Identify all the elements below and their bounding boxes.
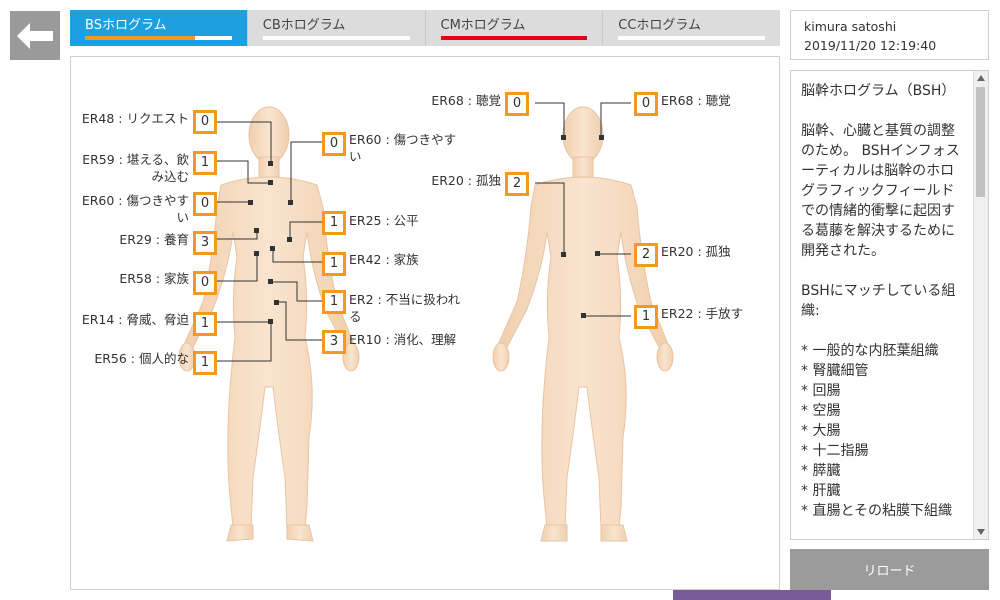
front-point-label: ER58 : 家族 [119,271,189,286]
hologram-tabs: BSホログラム CBホログラム CMホログラム CCホログラム [70,10,780,46]
tab-label: CCホログラム [618,18,702,33]
description-scrollbar[interactable] [973,71,988,539]
back-point-label: ER68 : 聴覚 [661,93,731,108]
front-point-label: ER48 : リクエスト [81,111,189,126]
list-item: * 肝臓 [801,483,841,499]
front-point-value[interactable]: 1 [193,351,217,375]
scroll-thumb[interactable] [976,87,985,197]
front-point-value[interactable]: 1 [193,312,217,336]
tissue-list-title: BSHにマッチしている組織: [801,283,956,319]
scroll-down-button[interactable] [974,525,988,539]
back-point-label: ER22 : 手放す [661,306,744,321]
list-item: * 空腸 [801,403,841,419]
front-point-label: ER42 : 家族 [349,252,419,267]
back-point-value[interactable]: 1 [634,305,658,329]
list-item: * 十二指腸 [801,443,869,459]
arrow-left-icon [17,22,53,49]
front-point-label: ER60 : 傷つきやすい [349,132,457,164]
back-point-value[interactable]: 0 [505,92,529,116]
tab-cc-hologram[interactable]: CCホログラム [603,10,780,46]
tab-progress-bar [440,36,588,40]
front-point-value[interactable]: 1 [322,252,346,276]
back-point-label: ER20 : 孤独 [431,173,501,188]
front-point-label: ER14 : 脅威、脅迫 [81,312,189,327]
tab-progress-bar [262,36,410,40]
tab-cb-hologram[interactable]: CBホログラム [248,10,426,46]
tab-bs-hologram[interactable]: BSホログラム [70,10,248,46]
user-info: kimura satoshi 2019/11/20 12:19:40 [790,10,989,60]
list-item: * 直腸とその粘膜下組織 [801,503,953,519]
front-point-label: ER60 : 傷つきやすい [81,193,189,225]
list-item: * 大腸 [801,423,841,439]
tab-cm-hologram[interactable]: CMホログラム [426,10,604,46]
tab-progress-bar [618,36,765,40]
description-title: 脳幹ホログラム（BSH） [801,83,956,99]
description-body: 脳幹、心臓と基質の調整のため。 BSHインフォスーティカルは脳幹のホログラフィッ… [801,123,960,259]
front-point-label: ER2 : 不当に扱われる [349,292,461,324]
front-point-value[interactable]: 0 [193,192,217,216]
front-point-value[interactable]: 3 [322,330,346,354]
reload-button[interactable]: リロード [790,549,989,590]
back-point-label: ER20 : 孤独 [661,244,731,259]
description-text: 脳幹ホログラム（BSH） 脳幹、心臓と基質の調整のため。 BSHインフォスーティ… [801,81,966,521]
tab-progress-bar [85,36,232,40]
user-name: kimura satoshi [804,19,897,34]
front-point-value[interactable]: 0 [322,132,346,156]
scroll-up-button[interactable] [974,71,988,85]
back-point-value[interactable]: 2 [505,172,529,196]
front-point-label: ER10 : 消化、理解 [349,332,457,347]
tab-label: BSホログラム [85,18,167,33]
front-point-value[interactable]: 3 [193,231,217,255]
list-item: * 一般的な内胚葉組織 [801,343,939,359]
back-point-value[interactable]: 0 [634,92,658,116]
front-point-value[interactable]: 0 [193,271,217,295]
bottom-accent-strip [673,590,831,600]
front-point-value[interactable]: 1 [193,151,217,175]
tab-label: CMホログラム [440,18,526,33]
front-point-label: ER56 : 個人的な [94,351,189,366]
back-button[interactable] [10,11,60,60]
front-point-label: ER29 : 養育 [119,232,189,247]
list-item: * 膵臓 [801,463,841,479]
back-point-value[interactable]: 2 [634,243,658,267]
triangle-down-icon [977,529,985,535]
list-item: * 腎臓細管 [801,363,869,379]
session-datetime: 2019/11/20 12:19:40 [804,38,937,53]
list-item: * 回腸 [801,383,841,399]
description-panel[interactable]: 脳幹ホログラム（BSH） 脳幹、心臓と基質の調整のため。 BSHインフォスーティ… [790,70,989,540]
front-point-value[interactable]: 1 [322,290,346,314]
back-point-label: ER68 : 聴覚 [431,93,501,108]
front-point-label: ER25 : 公平 [349,213,419,228]
tissue-list: * 一般的な内胚葉組織 * 腎臓細管 * 回腸 * 空腸 * 大腸 * 十二指腸… [801,341,966,521]
front-point-value[interactable]: 0 [193,110,217,134]
triangle-up-icon [977,75,985,81]
front-point-label: ER59 : 堪える、飲み込む [82,152,189,184]
body-map-panel: ER48 : リクエスト 0 ER59 : 堪える、飲み込む 1 ER60 : … [70,56,780,590]
tab-label: CBホログラム [262,18,346,33]
front-point-value[interactable]: 1 [322,211,346,235]
